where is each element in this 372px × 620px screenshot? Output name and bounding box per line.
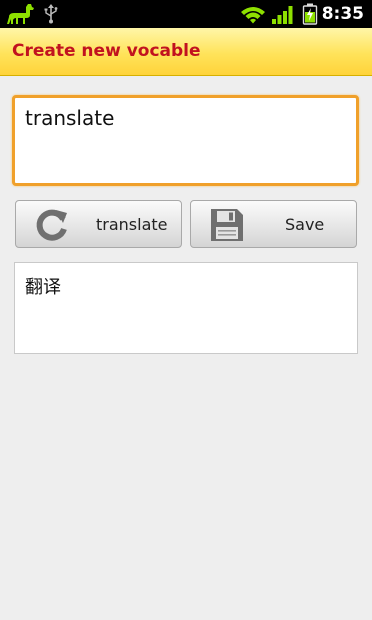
title-bar: Create new vocable: [0, 28, 372, 76]
page-title: Create new vocable: [12, 41, 201, 61]
translate-button-label: translate: [96, 215, 168, 234]
vocable-input[interactable]: translate: [12, 95, 359, 186]
translate-button[interactable]: translate: [15, 200, 182, 248]
vocable-input-value: translate: [25, 106, 115, 130]
status-clock: 8:35: [321, 4, 364, 24]
refresh-icon: [34, 207, 70, 247]
app-llama-icon: [6, 3, 36, 29]
translation-result[interactable]: 翻译: [14, 262, 358, 354]
floppy-disk-icon: [209, 207, 245, 247]
save-button[interactable]: Save: [190, 200, 357, 248]
status-bar: 8:35: [0, 0, 372, 28]
wifi-icon: [240, 5, 266, 29]
battery-charging-icon: [302, 3, 318, 29]
save-button-label: Save: [285, 215, 325, 234]
screen: 8:35 Create new vocable translate transl…: [0, 0, 372, 620]
usb-icon: [43, 4, 59, 28]
signal-icon: [271, 5, 293, 29]
translation-text: 翻译: [25, 277, 61, 298]
